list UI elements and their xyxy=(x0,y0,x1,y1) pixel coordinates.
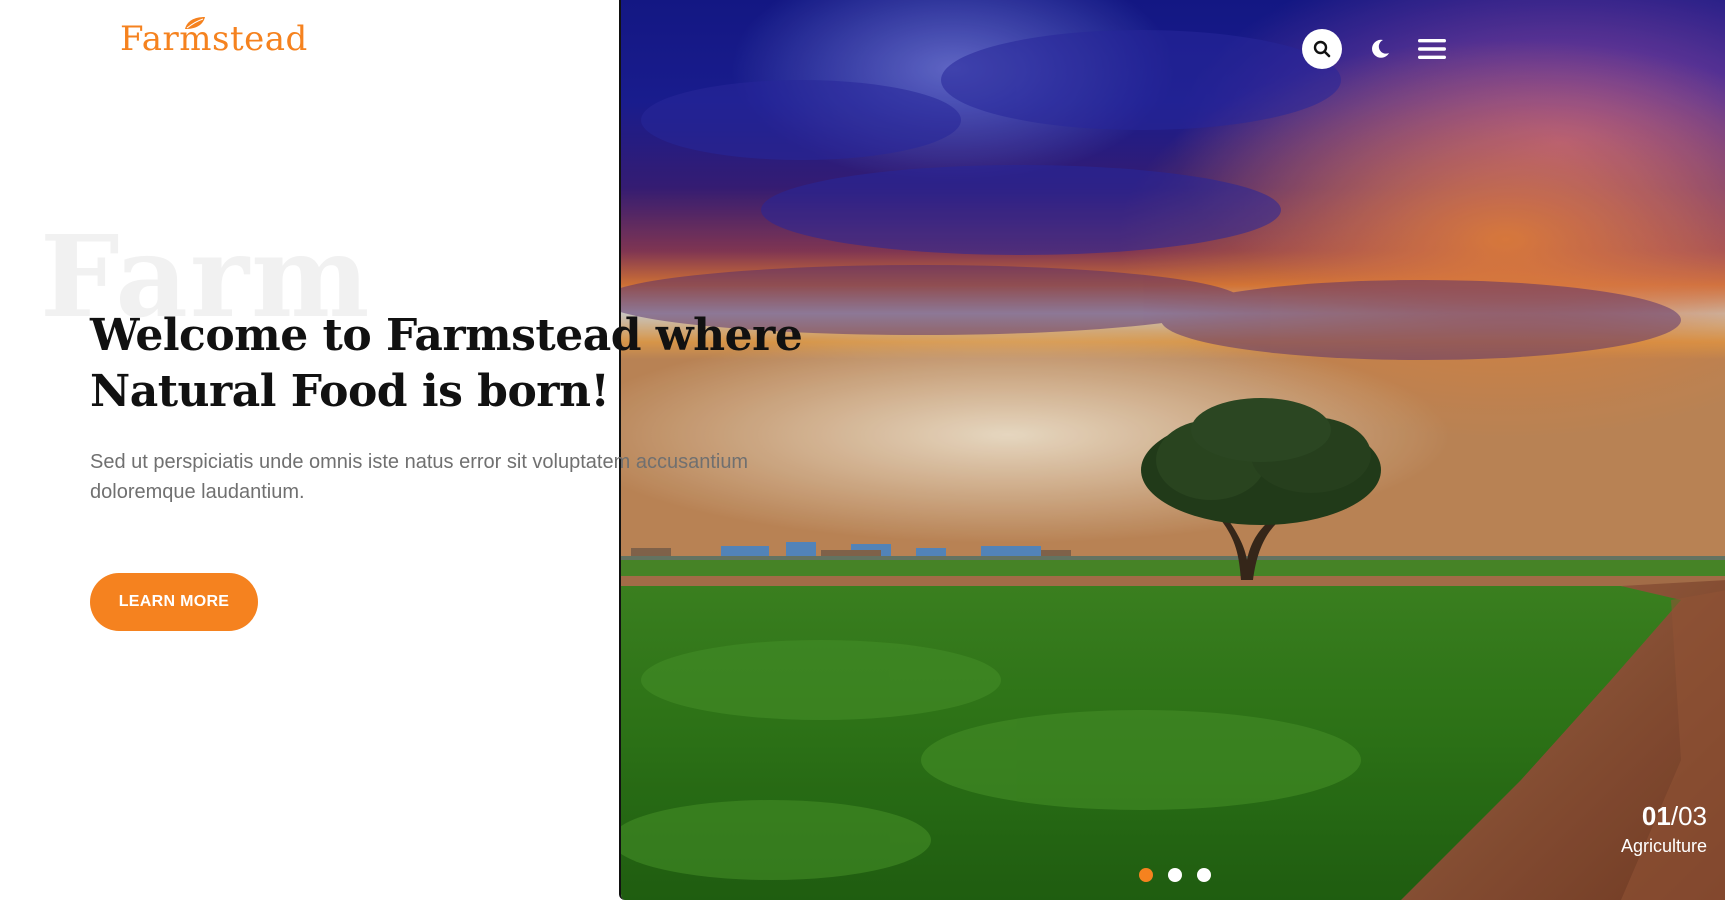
moon-icon xyxy=(1372,39,1389,58)
brand-logo[interactable]: Farmstead xyxy=(120,17,308,59)
menu-button[interactable] xyxy=(1418,35,1446,63)
learn-more-button[interactable]: LEARN MORE xyxy=(90,573,258,631)
slide-number: 01/03 xyxy=(1621,800,1707,832)
leaf-icon xyxy=(185,17,205,29)
search-icon xyxy=(1313,40,1331,58)
slider-dot-1[interactable] xyxy=(1139,868,1153,882)
slide-total: 03 xyxy=(1678,801,1707,831)
dark-mode-toggle[interactable] xyxy=(1366,35,1394,63)
brand-name: Farmstead xyxy=(120,19,308,59)
menu-icon xyxy=(1418,39,1446,59)
slider-dot-2[interactable] xyxy=(1168,868,1182,882)
slider-dots xyxy=(1139,868,1211,882)
slide-current: 01 xyxy=(1641,801,1671,831)
hero-headline: Welcome to Farmstead where Natural Food … xyxy=(90,310,803,417)
slide-separator: / xyxy=(1670,801,1679,831)
slider-dot-3[interactable] xyxy=(1197,868,1211,882)
hero-subtext: Sed ut perspiciatis unde omnis iste natu… xyxy=(90,451,749,503)
slide-counter: 01/03 Agriculture xyxy=(1621,800,1707,858)
slide-caption: Agriculture xyxy=(1620,836,1707,856)
page: Farmstead Farm Welcome to Farmstead wher… xyxy=(0,0,1725,900)
header-controls xyxy=(1302,29,1446,69)
search-button[interactable] xyxy=(1302,29,1342,69)
